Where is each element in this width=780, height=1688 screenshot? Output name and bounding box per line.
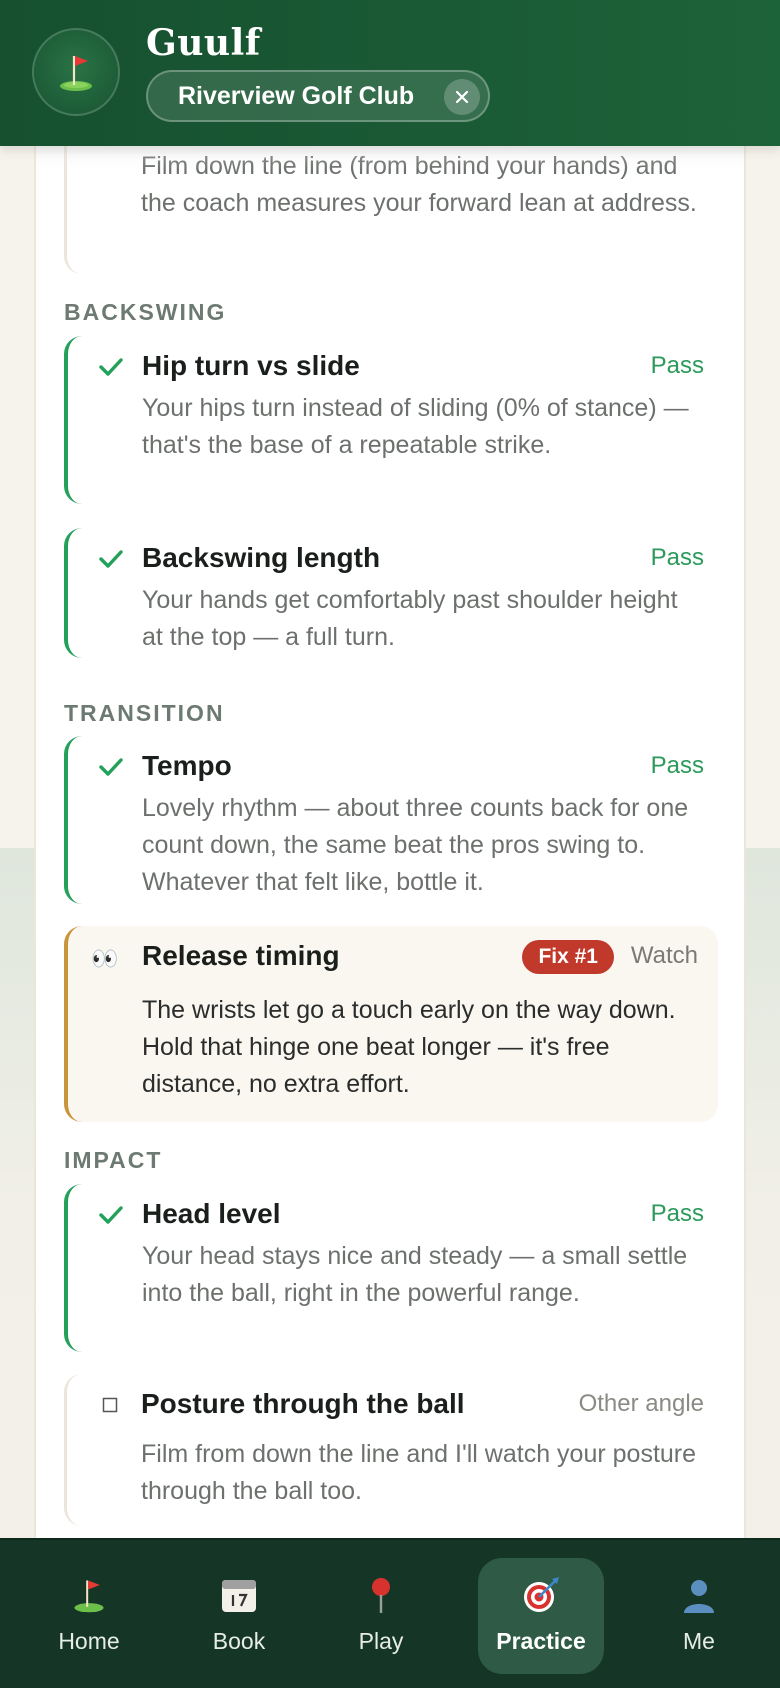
nav-label: Play: [358, 1628, 404, 1654]
check-description: The wrists let go a touch early on the w…: [142, 996, 676, 1098]
nav-label: Book: [212, 1628, 266, 1654]
verdict-watch: Watch: [630, 942, 698, 969]
verdict-pass: Pass: [650, 752, 704, 779]
check-icon: [98, 546, 124, 572]
check-description: Lovely rhythm — about three counts back …: [142, 794, 689, 896]
bottom-nav: Home Book Play Practice Me: [0, 1538, 780, 1688]
nav-item-play[interactable]: Play: [318, 1558, 444, 1674]
check-description: Your hips turn instead of sliding (0% of…: [142, 394, 689, 459]
verdict-pass: Pass: [650, 544, 704, 571]
check-hip-turn[interactable]: Hip turn vs slide Pass Your hips turn in…: [64, 336, 704, 504]
user-icon: [679, 1572, 719, 1618]
check-title: Posture through the ball: [141, 1388, 465, 1419]
check-head-level[interactable]: Head level Pass Your head stays nice and…: [64, 1184, 704, 1352]
club-name: Riverview Golf Club: [178, 81, 415, 110]
check-description: Your head stays nice and steady — a smal…: [142, 1242, 688, 1307]
check-title: Tempo: [142, 750, 232, 781]
check-release-timing[interactable]: 👀 Release timing Fix #1 Watch The wrists…: [64, 926, 718, 1122]
golf-flag-icon: [69, 1572, 109, 1618]
nav-label: Practice: [496, 1628, 586, 1654]
calendar-icon: [219, 1572, 259, 1618]
check-title: Hip turn vs slide: [142, 350, 360, 381]
section-label-transition: TRANSITION: [64, 700, 225, 726]
check-tempo[interactable]: Tempo Pass Lovely rhythm — about three c…: [64, 736, 704, 904]
nav-item-book[interactable]: Book: [176, 1558, 302, 1674]
check-posture-through-ball[interactable]: Posture through the ball Other angle Fil…: [64, 1374, 704, 1526]
golf-flag-icon[interactable]: [32, 28, 120, 116]
nav-item-me[interactable]: Me: [636, 1558, 762, 1674]
fix-badge: Fix #1: [522, 940, 614, 974]
check-title: Release timing: [142, 940, 340, 971]
club-chip[interactable]: Riverview Golf Club: [146, 70, 490, 122]
nav-label: Me: [683, 1628, 715, 1654]
check-icon: [98, 754, 124, 780]
check-icon: [98, 354, 124, 380]
checkbox-empty-icon: [97, 1392, 123, 1418]
check-description: Film from down the line and I'll watch y…: [141, 1440, 697, 1505]
swing-report-card: Film down the line (from behind your han…: [34, 130, 746, 1570]
verdict-pass: Pass: [650, 352, 704, 379]
section-label-impact: IMPACT: [64, 1147, 163, 1173]
target-icon: [521, 1572, 561, 1618]
nav-label: Home: [58, 1628, 120, 1654]
nav-item-practice[interactable]: Practice: [478, 1558, 604, 1674]
nav-item-home[interactable]: Home: [26, 1558, 152, 1674]
map-pin-icon: [361, 1572, 401, 1618]
app-header: Guulf Riverview Golf Club: [0, 0, 780, 146]
check-description: Your hands get comfortably past shoulder…: [142, 586, 678, 651]
section-label-backswing: BACKSWING: [64, 299, 227, 325]
check-title: Backswing length: [142, 542, 381, 573]
app-title: Guulf: [146, 22, 261, 64]
verdict-other-angle: Other angle: [578, 1390, 704, 1417]
eyes-icon: 👀: [91, 946, 119, 972]
close-icon[interactable]: [444, 79, 480, 115]
check-title: Head level: [142, 1198, 281, 1229]
check-icon: [98, 1202, 124, 1228]
check-backswing-length[interactable]: Backswing length Pass Your hands get com…: [64, 528, 704, 658]
verdict-pass: Pass: [650, 1200, 704, 1227]
